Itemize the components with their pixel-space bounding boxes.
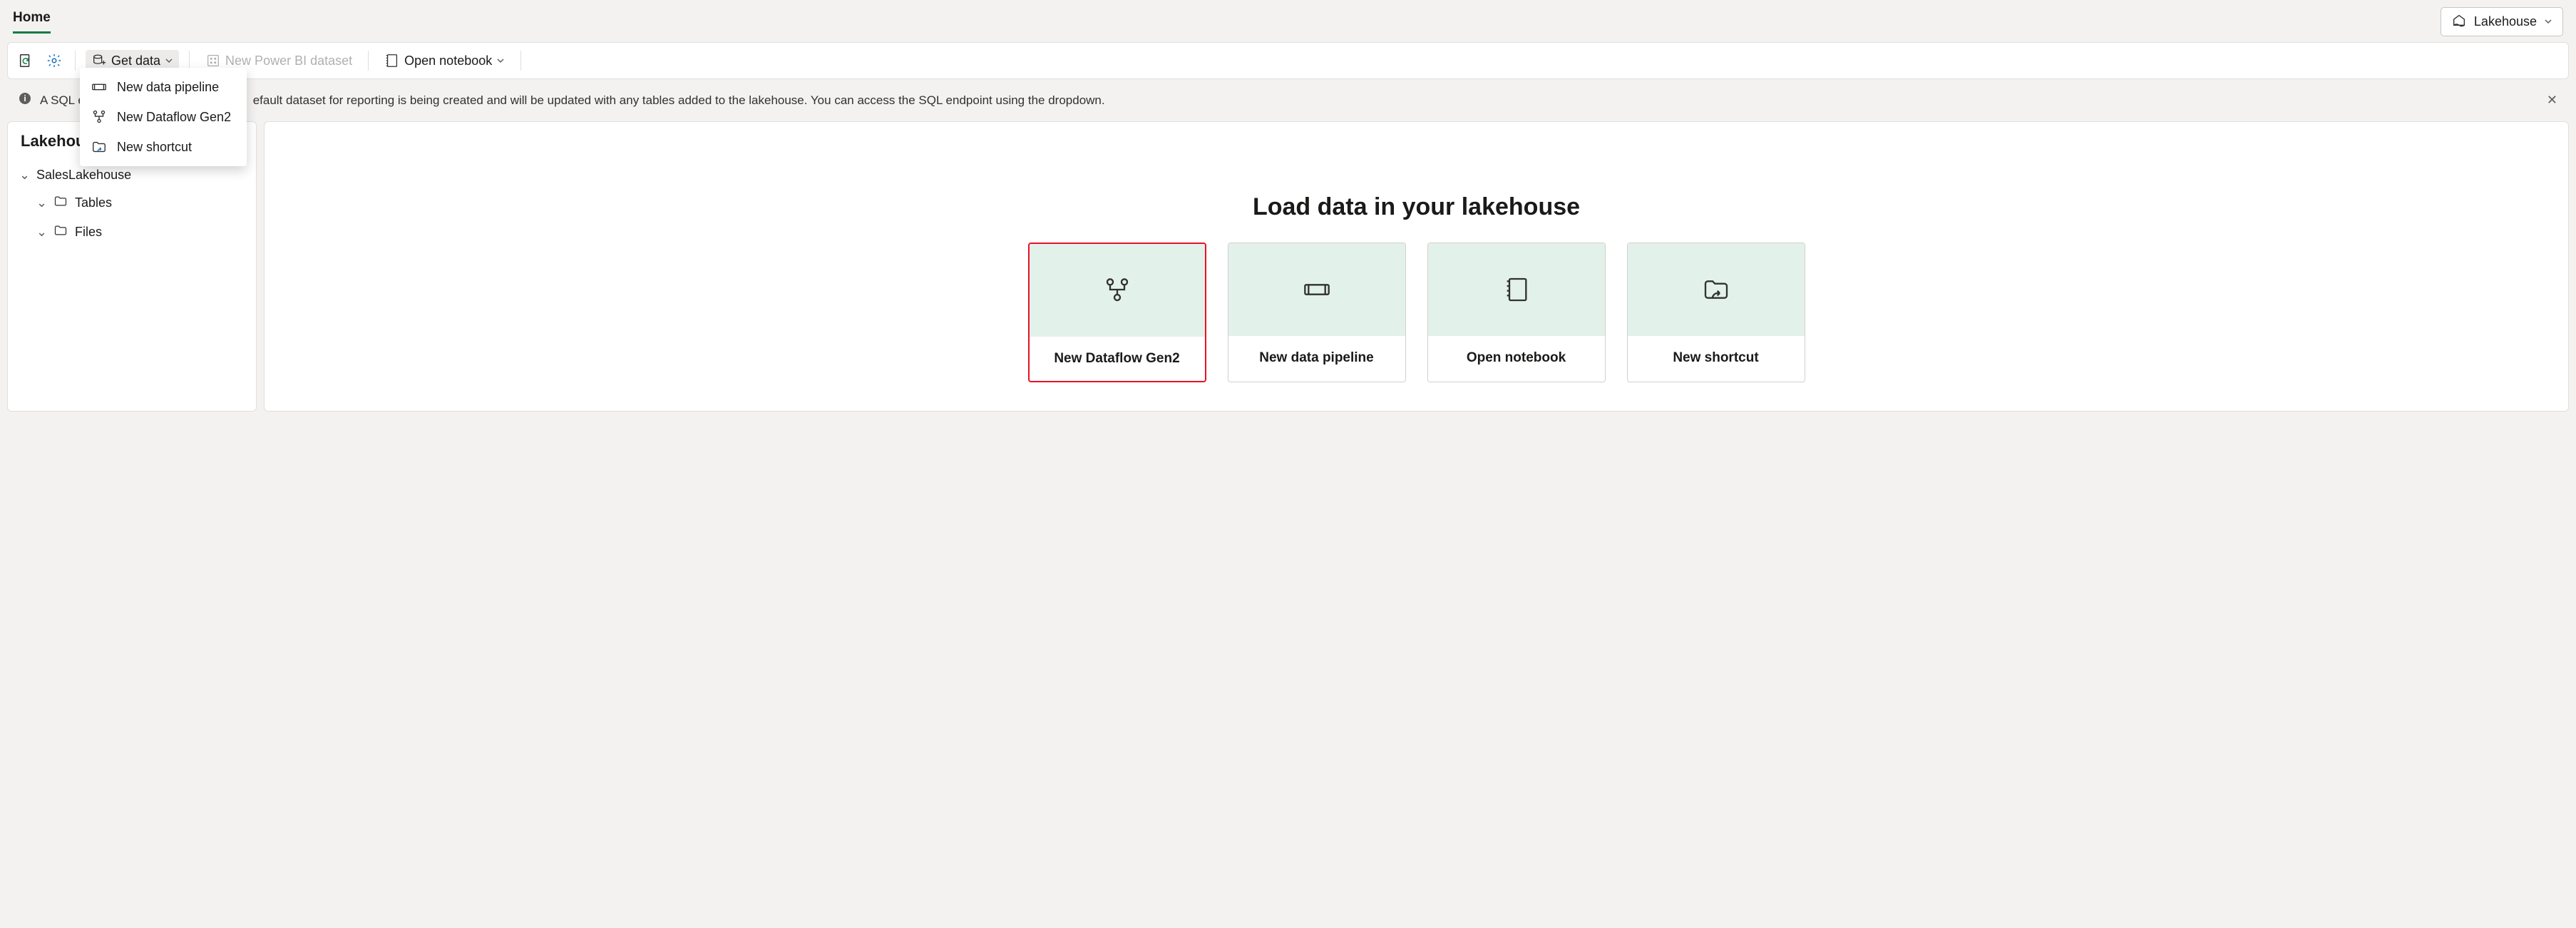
- lakehouse-icon: [2451, 12, 2467, 31]
- dataflow-icon: [91, 109, 107, 125]
- card-label: New data pipeline: [1228, 336, 1405, 380]
- tree-tables[interactable]: ⌄ Tables: [15, 188, 249, 218]
- header-bar: Home Lakehouse: [0, 0, 2576, 36]
- shortcut-icon: [91, 139, 107, 155]
- chevron-down-icon: [2544, 14, 2552, 29]
- info-icon: i: [19, 92, 31, 108]
- toolbar-divider: [75, 51, 76, 71]
- pipeline-icon: [1303, 275, 1331, 304]
- open-notebook-button[interactable]: Open notebook: [379, 50, 510, 71]
- dataflow-icon: [1103, 276, 1132, 305]
- dropdown-new-shortcut[interactable]: New shortcut: [80, 132, 247, 162]
- get-data-label: Get data: [111, 53, 160, 68]
- card-label: New Dataflow Gen2: [1030, 337, 1205, 381]
- dropdown-item-label: New shortcut: [117, 140, 192, 155]
- card-label: Open notebook: [1428, 336, 1605, 380]
- cards-row: New Dataflow Gen2 New data pipeline: [279, 243, 2554, 382]
- chevron-down-icon: [496, 56, 505, 65]
- dropdown-item-label: New data pipeline: [117, 80, 219, 95]
- dropdown-new-data-pipeline[interactable]: New data pipeline: [80, 72, 247, 102]
- chevron-down-icon: ⌄: [36, 195, 46, 210]
- shortcut-icon: [1702, 275, 1730, 304]
- tree-root-label: SalesLakehouse: [36, 168, 131, 183]
- svg-text:i: i: [24, 93, 26, 103]
- dropdown-item-label: New Dataflow Gen2: [117, 110, 231, 125]
- chevron-down-icon: ⌄: [19, 168, 29, 183]
- refresh-button[interactable]: [15, 50, 36, 71]
- new-dataset-label: New Power BI dataset: [225, 53, 352, 68]
- toolbar-divider: [520, 51, 521, 71]
- tree-files[interactable]: ⌄ Files: [15, 218, 249, 247]
- mode-selector[interactable]: Lakehouse: [2441, 7, 2563, 36]
- pipeline-icon: [91, 79, 107, 95]
- dropdown-new-dataflow-gen2[interactable]: New Dataflow Gen2: [80, 102, 247, 132]
- tab-home[interactable]: Home: [13, 10, 51, 34]
- card-new-data-pipeline[interactable]: New data pipeline: [1228, 243, 1406, 382]
- toolbar: Get data New Power BI dataset Open noteb…: [7, 42, 2569, 79]
- open-notebook-label: Open notebook: [404, 53, 492, 68]
- banner-text-visible-end: efault dataset for reporting is being cr…: [253, 93, 1105, 107]
- chevron-down-icon: ⌄: [36, 225, 46, 240]
- chevron-down-icon: [165, 56, 173, 65]
- settings-button[interactable]: [43, 50, 65, 71]
- banner-text-visible-start: A SQL e: [40, 93, 85, 107]
- card-open-notebook[interactable]: Open notebook: [1427, 243, 1606, 382]
- card-new-dataflow-gen2[interactable]: New Dataflow Gen2: [1028, 243, 1206, 382]
- main-pane: Load data in your lakehouse New Dataflow…: [264, 121, 2569, 412]
- folder-icon: [53, 194, 68, 212]
- tree-node-label: Files: [75, 225, 102, 240]
- card-new-shortcut[interactable]: New shortcut: [1627, 243, 1805, 382]
- toolbar-divider: [368, 51, 369, 71]
- notebook-icon: [1502, 275, 1531, 304]
- card-label: New shortcut: [1628, 336, 1805, 380]
- main-title: Load data in your lakehouse: [279, 193, 2554, 221]
- info-banner: i A SQL e—efault dataset for reporting i…: [7, 85, 2569, 116]
- folder-icon: [53, 223, 68, 241]
- close-banner-button[interactable]: ✕: [2547, 93, 2557, 108]
- tree-node-label: Tables: [75, 195, 112, 210]
- mode-selector-label: Lakehouse: [2474, 14, 2537, 29]
- body: Lakehous ⌄ SalesLakehouse ⌄ Tables ⌄ Fil…: [7, 121, 2569, 412]
- get-data-dropdown: New data pipeline New Dataflow Gen2 New …: [80, 68, 247, 166]
